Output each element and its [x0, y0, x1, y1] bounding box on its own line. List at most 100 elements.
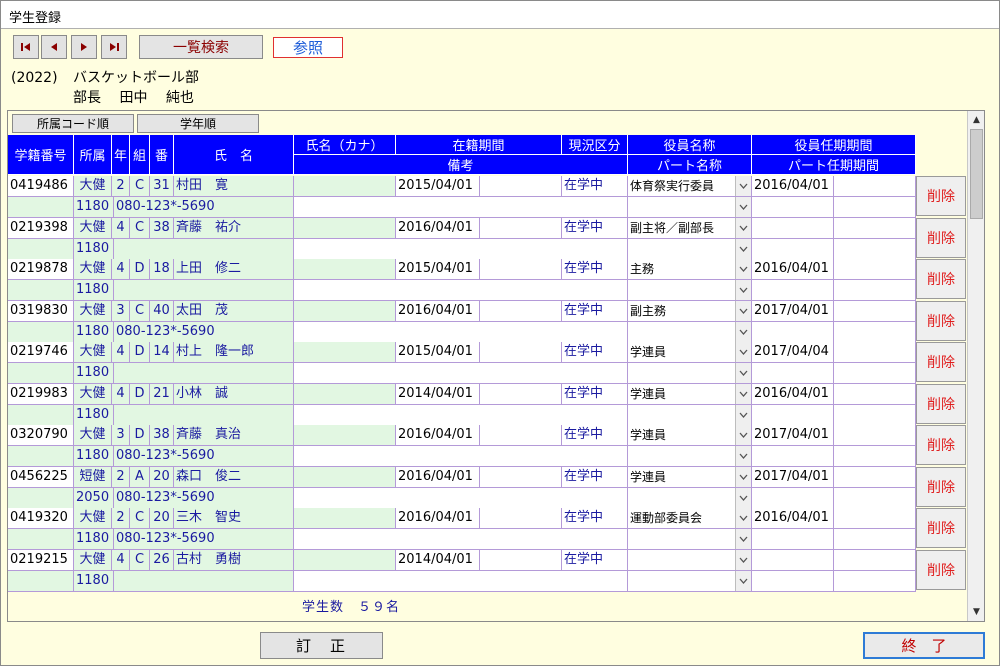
- status-field[interactable]: 在学中: [562, 342, 628, 363]
- student-kana-field[interactable]: [294, 259, 396, 280]
- previous-record-button[interactable]: [41, 35, 67, 59]
- chevron-down-icon[interactable]: [735, 197, 751, 217]
- enrollment-end-field[interactable]: [480, 383, 562, 405]
- role-end-field[interactable]: [834, 217, 916, 239]
- status-field[interactable]: 在学中: [562, 508, 628, 529]
- enrollment-start-field[interactable]: 2016/04/01: [396, 217, 480, 239]
- student-kana-field[interactable]: [294, 425, 396, 446]
- enrollment-start-field[interactable]: 2016/04/01: [396, 466, 480, 488]
- enrollment-start-field[interactable]: 2016/04/01: [396, 300, 480, 322]
- part-select[interactable]: [628, 529, 752, 550]
- role-end-field[interactable]: [834, 300, 916, 322]
- part-end-field[interactable]: [834, 363, 916, 384]
- delete-button[interactable]: 削除: [916, 342, 966, 382]
- enrollment-start-field[interactable]: 2015/04/01: [396, 176, 480, 197]
- role-select[interactable]: [628, 549, 752, 571]
- role-start-field[interactable]: 2016/04/01: [752, 176, 834, 197]
- vertical-scrollbar[interactable]: ▲ ▼: [967, 111, 984, 621]
- next-record-button[interactable]: [71, 35, 97, 59]
- chevron-down-icon[interactable]: [735, 487, 751, 508]
- delete-button[interactable]: 削除: [916, 176, 966, 216]
- role-end-field[interactable]: [834, 466, 916, 488]
- reference-button[interactable]: 参照: [273, 37, 343, 58]
- student-kana-field[interactable]: [294, 466, 396, 488]
- role-end-field[interactable]: [834, 383, 916, 405]
- chevron-down-icon[interactable]: [735, 466, 751, 487]
- role-select[interactable]: 学連員: [628, 383, 752, 405]
- role-end-field[interactable]: [834, 508, 916, 529]
- note-field[interactable]: [294, 404, 628, 426]
- role-start-field[interactable]: 2017/04/01: [752, 425, 834, 446]
- enrollment-end-field[interactable]: [480, 259, 562, 280]
- delete-button[interactable]: 削除: [916, 300, 966, 341]
- role-end-field[interactable]: [834, 549, 916, 571]
- delete-button[interactable]: 削除: [916, 383, 966, 424]
- enrollment-start-field[interactable]: 2016/04/01: [396, 425, 480, 446]
- student-kana-field[interactable]: [294, 508, 396, 529]
- scroll-thumb[interactable]: [970, 129, 983, 219]
- note-field[interactable]: [294, 238, 628, 260]
- note-field[interactable]: [294, 570, 628, 592]
- student-kana-field[interactable]: [294, 176, 396, 197]
- part-end-field[interactable]: [834, 529, 916, 550]
- correct-button[interactable]: 訂 正: [260, 632, 383, 659]
- status-field[interactable]: 在学中: [562, 549, 628, 571]
- enrollment-start-field[interactable]: 2014/04/01: [396, 383, 480, 405]
- chevron-down-icon[interactable]: [735, 176, 751, 196]
- role-end-field[interactable]: [834, 342, 916, 363]
- part-start-field[interactable]: [752, 570, 834, 592]
- student-kana-field[interactable]: [294, 342, 396, 363]
- role-start-field[interactable]: 2016/04/01: [752, 383, 834, 405]
- chevron-down-icon[interactable]: [735, 446, 751, 466]
- chevron-down-icon[interactable]: [735, 363, 751, 383]
- student-kana-field[interactable]: [294, 300, 396, 322]
- enrollment-end-field[interactable]: [480, 549, 562, 571]
- part-select[interactable]: [628, 446, 752, 467]
- status-field[interactable]: 在学中: [562, 217, 628, 239]
- last-record-button[interactable]: [101, 35, 127, 59]
- part-end-field[interactable]: [834, 404, 916, 426]
- role-start-field[interactable]: 2017/04/01: [752, 300, 834, 322]
- chevron-down-icon[interactable]: [735, 383, 751, 404]
- part-select[interactable]: [628, 404, 752, 426]
- part-start-field[interactable]: [752, 404, 834, 426]
- role-select[interactable]: 学連員: [628, 342, 752, 363]
- role-select[interactable]: 体育祭実行委員: [628, 176, 752, 197]
- role-select[interactable]: 学連員: [628, 466, 752, 488]
- role-select[interactable]: 副主務: [628, 300, 752, 322]
- chevron-down-icon[interactable]: [735, 238, 751, 259]
- enrollment-end-field[interactable]: [480, 342, 562, 363]
- part-start-field[interactable]: [752, 280, 834, 301]
- role-start-field[interactable]: 2016/04/01: [752, 508, 834, 529]
- note-field[interactable]: [294, 487, 628, 509]
- part-end-field[interactable]: [834, 321, 916, 343]
- status-field[interactable]: 在学中: [562, 383, 628, 405]
- role-start-field[interactable]: [752, 549, 834, 571]
- note-field[interactable]: [294, 446, 628, 467]
- student-kana-field[interactable]: [294, 383, 396, 405]
- part-select[interactable]: [628, 363, 752, 384]
- enrollment-start-field[interactable]: 2015/04/01: [396, 259, 480, 280]
- enrollment-end-field[interactable]: [480, 508, 562, 529]
- part-start-field[interactable]: [752, 529, 834, 550]
- status-field[interactable]: 在学中: [562, 300, 628, 322]
- part-select[interactable]: [628, 238, 752, 260]
- delete-button[interactable]: 削除: [916, 425, 966, 465]
- student-kana-field[interactable]: [294, 549, 396, 571]
- enrollment-end-field[interactable]: [480, 300, 562, 322]
- chevron-down-icon[interactable]: [735, 549, 751, 570]
- delete-button[interactable]: 削除: [916, 466, 966, 507]
- delete-button[interactable]: 削除: [916, 549, 966, 590]
- part-select[interactable]: [628, 487, 752, 509]
- sort-by-code-button[interactable]: 所属コード順: [12, 114, 134, 133]
- chevron-down-icon[interactable]: [735, 570, 751, 591]
- enrollment-end-field[interactable]: [480, 466, 562, 488]
- delete-button[interactable]: 削除: [916, 259, 966, 299]
- note-field[interactable]: [294, 280, 628, 301]
- chevron-down-icon[interactable]: [735, 508, 751, 528]
- part-start-field[interactable]: [752, 321, 834, 343]
- role-start-field[interactable]: 2017/04/04: [752, 342, 834, 363]
- chevron-down-icon[interactable]: [735, 342, 751, 362]
- chevron-down-icon[interactable]: [735, 425, 751, 445]
- delete-button[interactable]: 削除: [916, 217, 966, 258]
